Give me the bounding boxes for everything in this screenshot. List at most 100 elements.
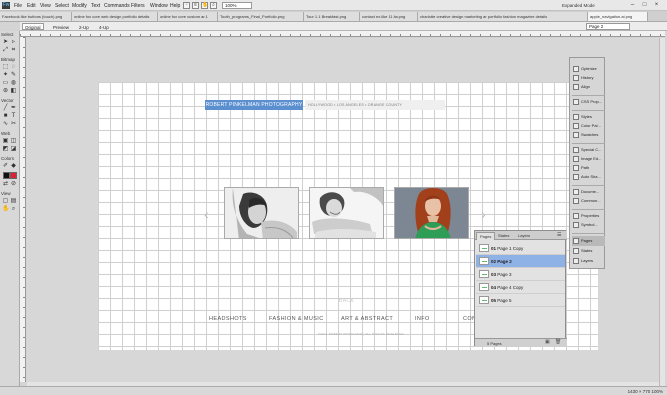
close-icon[interactable]: ×	[652, 2, 661, 9]
doc-tab[interactable]: Facebook like buttons (touch).png	[0, 12, 72, 21]
pointer-tool-icon[interactable]: ➤	[2, 39, 9, 46]
paint-bucket-icon[interactable]: ◆	[10, 163, 17, 170]
stroke-color-swatch[interactable]	[3, 172, 10, 179]
stamp-tool-icon[interactable]: ⊛	[2, 88, 9, 95]
page-thumbnail	[479, 296, 489, 304]
doc-tab[interactable]: contact ex.like 11.fw.png	[360, 12, 418, 21]
panel-swatches[interactable]: Swatches	[572, 130, 605, 140]
pen-tool-icon[interactable]: ✒	[10, 105, 17, 112]
nav-art-abstract[interactable]: ART & ABSTRACT	[341, 316, 393, 322]
nav-contact[interactable]: CONTACT	[463, 316, 474, 322]
zoom-select[interactable]: 100%	[222, 2, 252, 9]
menu-view[interactable]: View	[40, 3, 51, 9]
eraser-tool-icon[interactable]: ▭	[2, 80, 9, 87]
page-thumbnail	[479, 244, 489, 252]
standard-mode-icon[interactable]: ▢	[2, 198, 9, 205]
slice-tool-icon[interactable]: ◫	[10, 138, 17, 145]
back-link[interactable]: BACK	[339, 298, 354, 304]
freeform-tool-icon[interactable]: ∿	[2, 121, 9, 128]
menu-text[interactable]: Text	[91, 3, 100, 9]
text-tool-icon[interactable]: T	[10, 113, 17, 120]
panel-states[interactable]: States	[572, 246, 605, 256]
menu-modify[interactable]: Modify	[72, 3, 87, 9]
tab-layers[interactable]: Layers	[515, 232, 533, 240]
page-row[interactable]: 01 Page 1 Copy	[476, 242, 565, 255]
page-thumbnail	[479, 257, 489, 265]
tab-pages[interactable]: Pages	[476, 232, 496, 240]
hand-tool-icon[interactable]: ✋	[2, 206, 9, 213]
tools-section-vector: Vector	[1, 98, 14, 103]
zoom-tool-icon[interactable]: ⌕	[10, 206, 17, 213]
page-row-selected[interactable]: 02 Page 2	[476, 255, 565, 268]
hotspot-tool-icon[interactable]: ▣	[2, 138, 9, 145]
panel-symbol-properties[interactable]: Symbol...	[572, 220, 605, 230]
menu-filters[interactable]: Filters	[131, 3, 145, 9]
blur-tool-icon[interactable]: ◍	[10, 80, 17, 87]
panel-common-library[interactable]: Common...	[572, 196, 605, 206]
vertical-scrollbar[interactable]	[659, 38, 665, 386]
align-icon[interactable]: ≡	[192, 2, 199, 9]
hand-icon[interactable]: ✋	[201, 2, 208, 9]
doc-tab[interactable]: online fox core web design portfolio det…	[72, 12, 158, 21]
zoom-icon[interactable]: ⌕	[210, 2, 217, 9]
subselect-tool-icon[interactable]: ▹	[10, 39, 17, 46]
menu-file[interactable]: File	[14, 3, 22, 9]
swap-colors-icon[interactable]: ⇄	[2, 181, 9, 188]
doc-tab[interactable]: online fox core custom ar.1	[158, 12, 218, 21]
panel-pages[interactable]: Pages	[572, 236, 605, 246]
menu-select[interactable]: Select	[55, 3, 69, 9]
doc-tab[interactable]: Tour 1.1 Breakfast.png	[304, 12, 360, 21]
nav-fashion-music[interactable]: FASHION & MUSIC	[269, 316, 324, 322]
panel-layers[interactable]: Layers	[572, 256, 605, 266]
minimize-icon[interactable]: –	[628, 2, 637, 9]
menu-edit[interactable]: Edit	[27, 3, 36, 9]
headshot-photo-3[interactable]	[394, 187, 469, 239]
next-arrow-icon[interactable]: ›	[481, 206, 486, 222]
page-row[interactable]: 03 Page 3	[476, 268, 565, 281]
nav-headshots[interactable]: HEADSHOTS	[209, 316, 247, 322]
rectangle-tool-icon[interactable]: ■	[2, 113, 9, 120]
brush-tool-icon[interactable]: ✎	[10, 72, 17, 79]
headshot-photo-1[interactable]	[224, 187, 299, 239]
marquee-tool-icon[interactable]: ⬚	[2, 64, 9, 71]
panel-css-properties[interactable]: CSS Prop...	[572, 97, 605, 107]
doc-tab-active[interactable]: apple_navigation.ai.png	[588, 12, 648, 21]
hide-slices-icon[interactable]: ◩	[2, 146, 9, 153]
panel-menu-icon[interactable]: ☰	[557, 232, 561, 239]
fill-color-swatch[interactable]	[10, 172, 17, 179]
doc-tab[interactable]: Tooth_programs_Final_Portfolio.png	[218, 12, 304, 21]
replace-color-icon[interactable]: ◧	[10, 88, 17, 95]
panel-align[interactable]: Align	[572, 82, 605, 92]
delete-page-icon[interactable]: 🗑	[555, 339, 561, 345]
maximize-icon[interactable]: □	[640, 2, 649, 9]
preview-view-button[interactable]: Preview	[50, 23, 72, 30]
four-up-view-button[interactable]: 4-Up	[96, 23, 112, 30]
page-select[interactable]: Page 2	[586, 23, 630, 30]
page-row[interactable]: 04 Page 4 Copy	[476, 281, 565, 294]
crop-tool-icon[interactable]: ⌗	[10, 47, 17, 54]
menu-help[interactable]: Help	[170, 3, 180, 9]
menu-window[interactable]: Window	[150, 3, 168, 9]
knife-tool-icon[interactable]: ✂	[10, 121, 17, 128]
new-document-icon[interactable]: ▫	[183, 2, 190, 9]
headshot-photo-2[interactable]	[309, 187, 384, 239]
original-view-button[interactable]: Original	[22, 23, 44, 30]
new-page-icon[interactable]: ▣	[545, 339, 550, 345]
lasso-tool-icon[interactable]: ◌	[10, 64, 17, 71]
tab-states[interactable]: States	[495, 232, 512, 240]
prev-arrow-icon[interactable]: ‹	[204, 206, 209, 222]
nav-info[interactable]: INFO	[415, 316, 430, 322]
two-up-view-button[interactable]: 2-Up	[76, 23, 92, 30]
doc-tab[interactable]: charlotte creative design marketing ar p…	[418, 12, 588, 21]
eyedropper-tool-icon[interactable]: ✐	[2, 163, 9, 170]
scale-tool-icon[interactable]: ⤢	[2, 47, 9, 54]
magic-wand-icon[interactable]: ✦	[2, 72, 9, 79]
workspace-switcher[interactable]: Expanded Mode	[562, 2, 622, 9]
panel-auto-shape[interactable]: Auto Sha...	[572, 172, 605, 182]
menu-commands[interactable]: Commands	[104, 3, 130, 9]
line-tool-icon[interactable]: ╱	[2, 105, 9, 112]
no-color-icon[interactable]: ⊘	[10, 181, 17, 188]
fullscreen-mode-icon[interactable]: ▤	[10, 198, 17, 205]
page-row[interactable]: 05 Page 5	[476, 294, 565, 307]
show-slices-icon[interactable]: ◪	[10, 146, 17, 153]
